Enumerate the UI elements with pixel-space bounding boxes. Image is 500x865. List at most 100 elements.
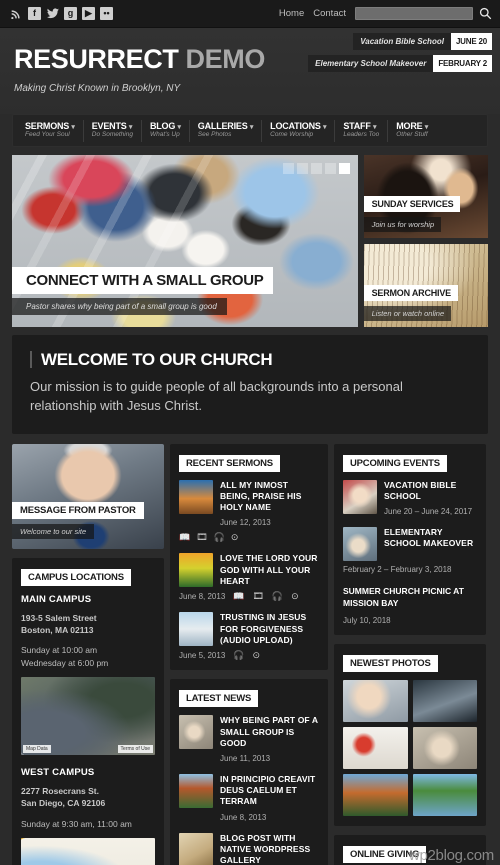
video-icon[interactable]: 🎞 [252, 592, 263, 601]
google-plus-icon[interactable]: g [64, 7, 77, 20]
hero-slider[interactable]: CONNECT WITH A SMALL GROUP Pastor shares… [12, 155, 358, 327]
latest-news-widget: LATEST NEWS WHY BEING PART OF A SMALL GR… [170, 679, 328, 865]
campus-map[interactable]: Map Data [21, 837, 155, 865]
sermon-item[interactable]: LOVE THE LORD YOUR GOD WITH ALL YOUR HEA… [179, 553, 319, 588]
twitter-icon[interactable] [46, 7, 59, 20]
message-from-pastor-card[interactable]: MESSAGE FROM PASTOR Welcome to our site [12, 443, 164, 549]
news-title[interactable]: BLOG POST WITH NATIVE WORDPRESS GALLERY [220, 833, 319, 865]
youtube-icon[interactable]: ▶ [82, 7, 95, 20]
site-title-strong: RESURRECT [14, 44, 179, 74]
nav-item-blog[interactable]: BLOG ▾ What's Up [140, 119, 189, 142]
campus-map[interactable]: Map Data Terms of Use [21, 676, 155, 755]
book-icon[interactable]: 📖 [179, 533, 190, 542]
nav-item-label: STAFF [343, 120, 371, 131]
headphones-icon[interactable]: 🎧 [214, 533, 225, 542]
nav-item-label: SERMONS [25, 120, 70, 131]
news-title[interactable]: IN PRINCIPIO CREAVIT DEUS CAELUM ET TERR… [220, 774, 319, 808]
headphones-icon[interactable]: 🎧 [272, 592, 283, 601]
top-bar-right: Home Contact [279, 7, 492, 21]
nav-item-events[interactable]: EVENTS ▾ Do Something [82, 119, 141, 142]
nav-item-sermons[interactable]: SERMONS ▾ Feed Your Soul [17, 120, 83, 142]
chevron-down-icon: ▾ [424, 123, 429, 131]
slider-nav-1[interactable] [282, 163, 294, 174]
welcome-wrap: WELCOME TO OUR CHURCH Our mission is to … [0, 327, 500, 434]
nav-contact[interactable]: Contact [313, 8, 346, 19]
hero-section: CONNECT WITH A SMALL GROUP Pastor shares… [0, 147, 500, 327]
news-title[interactable]: WHY BEING PART OF A SMALL GROUP IS GOOD [220, 715, 319, 749]
news-item[interactable]: WHY BEING PART OF A SMALL GROUP IS GOOD … [179, 715, 319, 763]
flickr-icon[interactable]: •• [100, 7, 113, 20]
welcome-section: WELCOME TO OUR CHURCH Our mission is to … [12, 335, 488, 434]
photo-thumbnail[interactable] [343, 727, 408, 770]
campus-times-line2: Wednesday at 6:00 pm [21, 657, 109, 668]
pastor-card-title: MESSAGE FROM PASTOR [12, 501, 144, 519]
sermon-title[interactable]: TRUSTING IN JESUS FOR FORGIVENESS (AUDIO… [220, 612, 319, 646]
sermon-item[interactable]: ALL MY INMOST BEING, PRAISE HIS HOLY NAM… [179, 479, 319, 527]
nav-item-label: EVENTS [91, 120, 127, 131]
event-title[interactable]: ELEMENTARY SCHOOL MAKEOVER [384, 527, 477, 549]
content-columns: MESSAGE FROM PASTOR Welcome to our site … [0, 434, 500, 865]
photo-thumbnail[interactable] [412, 680, 477, 723]
facebook-icon[interactable]: f [28, 7, 41, 20]
sermon-title[interactable]: ALL MY INMOST BEING, PRAISE HIS HOLY NAM… [220, 480, 319, 514]
nav-item-staff[interactable]: STAFF ▾ Leaders Too [334, 119, 387, 142]
sermon-meta-icons: 📖 🎞 🎧 ⊙ [179, 533, 319, 542]
pastor-card-subtitle: Welcome to our site [12, 523, 95, 539]
sermon-date: June 5, 2013 [179, 651, 226, 661]
video-icon[interactable]: 🎞 [196, 533, 207, 542]
side-card-sunday-services[interactable]: SUNDAY SERVICES Join us for worship [363, 155, 488, 238]
photo-thumbnail[interactable] [343, 774, 408, 817]
event-badge-date: JUNE 20 [450, 33, 492, 50]
slider-nav-4[interactable] [324, 163, 336, 174]
event-title[interactable]: SUMMER CHURCH PICNIC AT MISSION BAY [343, 586, 477, 609]
news-date: June 8, 2013 [220, 812, 267, 822]
event-item[interactable]: VACATION BIBLE SCHOOL June 20 – June 24,… [343, 479, 477, 517]
photo-thumbnail[interactable] [343, 680, 408, 723]
nav-home[interactable]: Home [279, 8, 304, 19]
event-item[interactable]: ELEMENTARY SCHOOL MAKEOVER [343, 527, 477, 562]
map-terms-badge[interactable]: Terms of Use [117, 744, 153, 753]
play-circle-icon[interactable]: ⊙ [231, 533, 239, 542]
event-date: June 20 – June 24, 2017 [384, 507, 473, 517]
hero-caption: CONNECT WITH A SMALL GROUP Pastor shares… [12, 267, 274, 315]
book-icon[interactable]: 📖 [233, 592, 244, 601]
upcoming-events-widget: UPCOMING EVENTS VACATION BIBLE SCHOOL Ju… [334, 443, 486, 636]
play-circle-icon[interactable]: ⊙ [252, 651, 260, 660]
nav-item-sub: Come Worship [270, 131, 314, 138]
hero-subtitle: Pastor shares why being part of a small … [12, 298, 227, 315]
campus-times: Sunday at 9:30 am, 11:00 am [21, 818, 155, 830]
event-title[interactable]: VACATION BIBLE SCHOOL [384, 480, 477, 502]
slider-nav-2[interactable] [296, 163, 308, 174]
play-circle-icon[interactable]: ⊙ [291, 592, 299, 601]
newest-photos-widget: NEWEST PHOTOS [334, 644, 486, 827]
search-icon[interactable] [478, 7, 492, 21]
slider-nav-5[interactable] [338, 163, 350, 174]
news-thumbnail [179, 832, 213, 865]
side-card-sermon-archive[interactable]: SERMON ARCHIVE Listen or watch online [363, 244, 488, 327]
sermon-item[interactable]: TRUSTING IN JESUS FOR FORGIVENESS (AUDIO… [179, 612, 319, 647]
side-card-subtitle: Join us for worship [363, 217, 442, 232]
photo-thumbnail[interactable] [412, 727, 477, 770]
hero-title[interactable]: CONNECT WITH A SMALL GROUP [12, 267, 274, 294]
nav-item-more[interactable]: MORE ▾ Other Stuff [387, 119, 436, 142]
news-date: June 11, 2013 [220, 754, 271, 763]
nav-item-galleries[interactable]: GALLERIES ▾ See Photos [188, 119, 261, 142]
campus-times-line1: Sunday at 10:00 am [21, 645, 98, 656]
event-item[interactable]: SUMMER CHURCH PICNIC AT MISSION BAY July… [343, 586, 477, 625]
nav-item-sub: Do Something [91, 131, 133, 138]
photo-thumbnail[interactable] [412, 774, 477, 817]
nav-item-locations[interactable]: LOCATIONS ▾ Come Worship [261, 119, 334, 142]
campus-address-line1: 2277 Rosecrans St. [21, 785, 99, 796]
search-input[interactable] [355, 7, 473, 20]
slider-nav-3[interactable] [310, 163, 322, 174]
headphones-icon[interactable]: 🎧 [233, 651, 244, 660]
rss-icon[interactable] [10, 7, 23, 20]
nav-item-sub: Feed Your Soul [25, 131, 70, 138]
main-nav: SERMONS ▾ Feed Your Soul EVENTS ▾ Do Som… [12, 114, 488, 147]
sermon-title[interactable]: LOVE THE LORD YOUR GOD WITH ALL YOUR HEA… [220, 553, 319, 587]
news-item[interactable]: IN PRINCIPIO CREAVIT DEUS CAELUM ET TERR… [179, 774, 319, 822]
event-badge[interactable]: Elementary School Makeover FEBRUARY 2 [308, 55, 492, 72]
event-badge[interactable]: Vacation Bible School JUNE 20 [308, 33, 492, 50]
news-item[interactable]: BLOG POST WITH NATIVE WORDPRESS GALLERY … [179, 832, 319, 865]
event-badge-date: FEBRUARY 2 [433, 55, 492, 72]
